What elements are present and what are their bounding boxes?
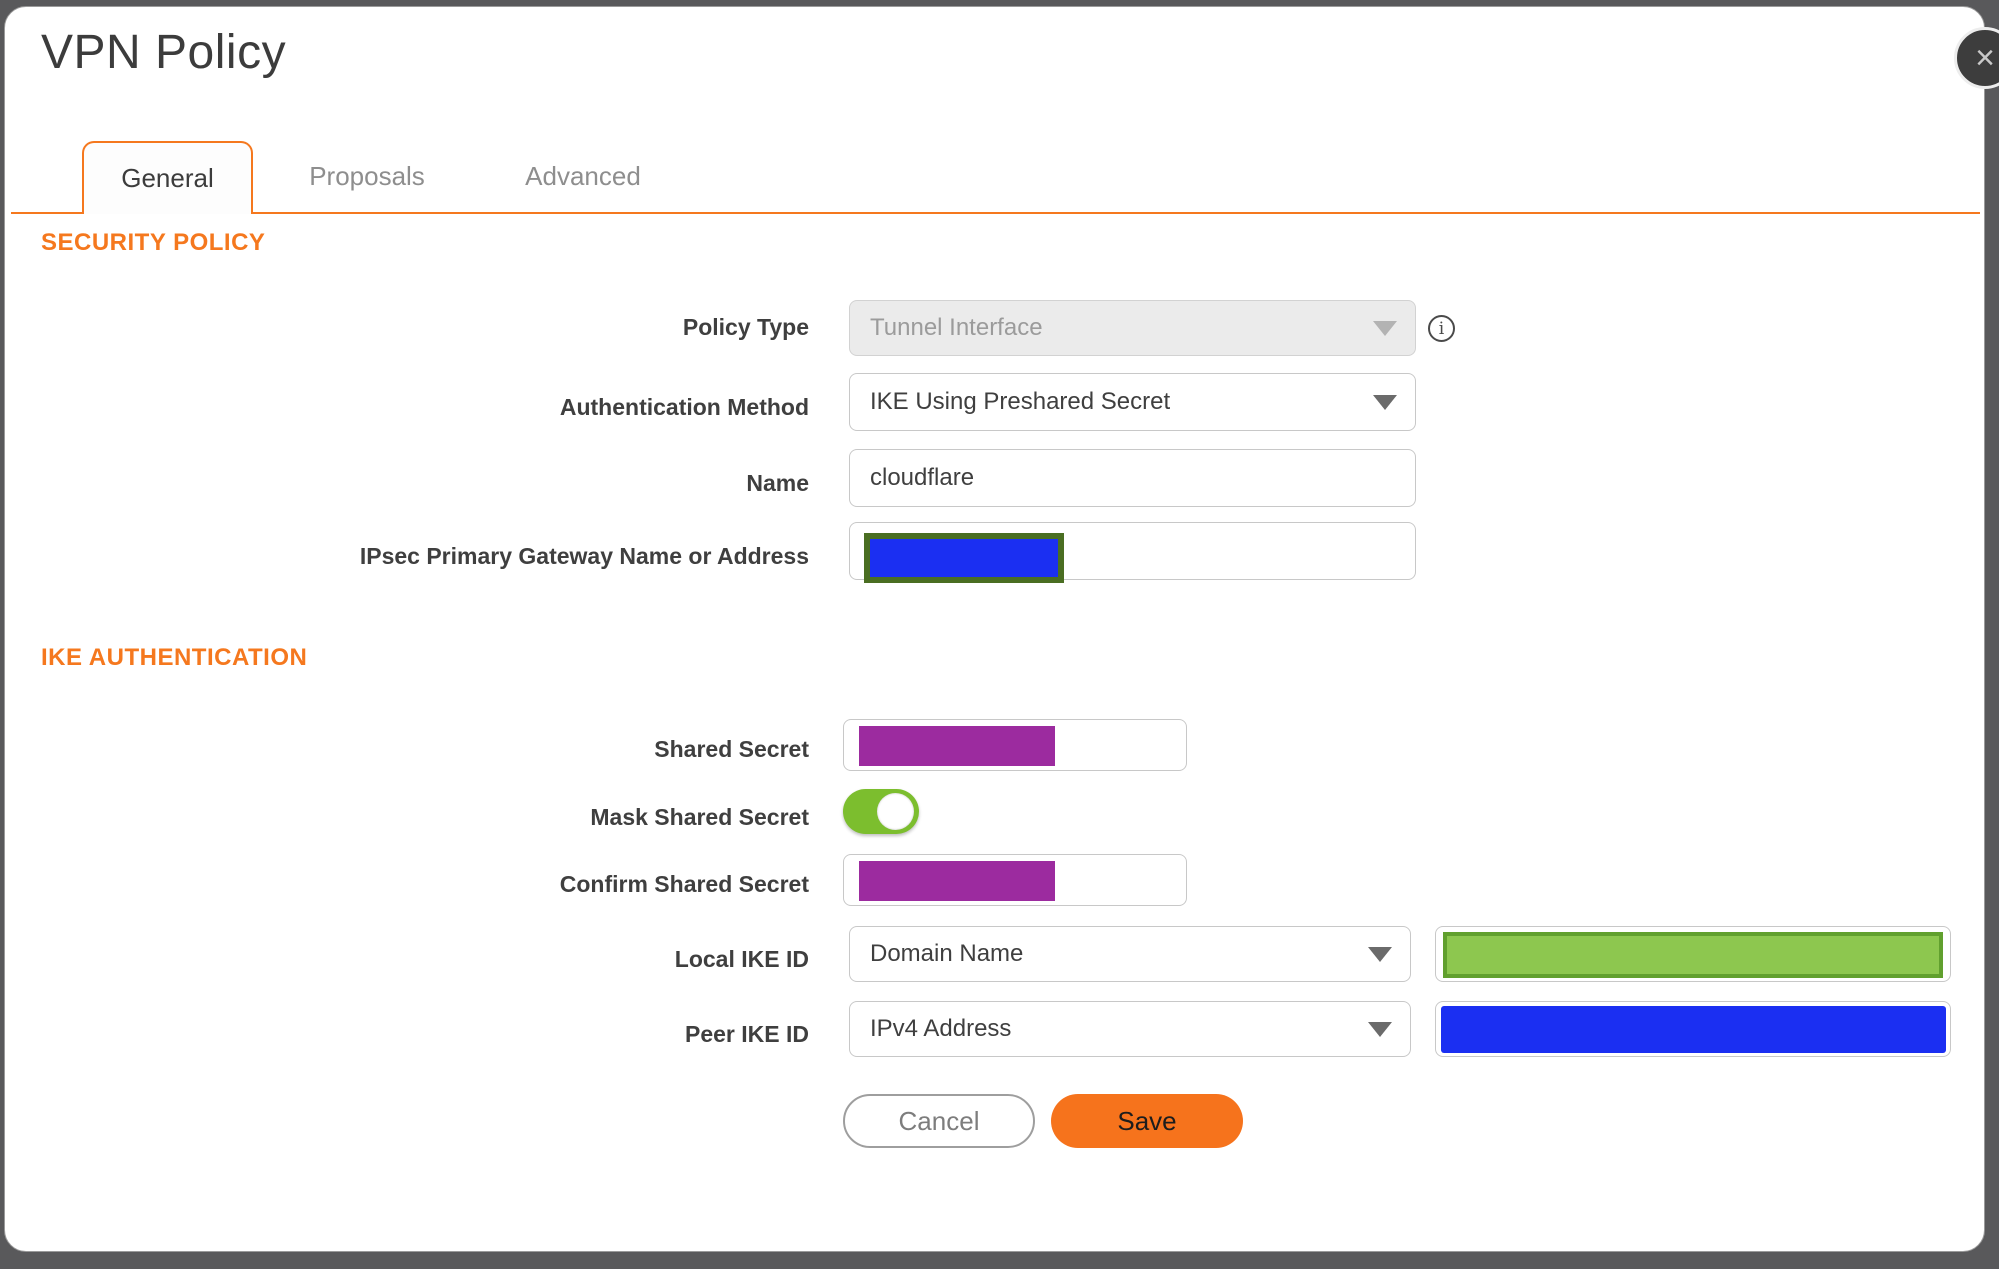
toggle-knob	[877, 793, 914, 830]
confirm-shared-secret-input[interactable]	[843, 854, 1187, 906]
peer-ike-id-label: Peer IKE ID	[685, 1021, 809, 1047]
cancel-button[interactable]: Cancel	[843, 1094, 1035, 1148]
local-ike-id-value: Domain Name	[870, 940, 1024, 967]
mask-shared-secret-label: Mask Shared Secret	[590, 804, 809, 830]
local-ike-id-redaction	[1443, 932, 1943, 978]
tab-proposals[interactable]: Proposals	[267, 141, 467, 212]
peer-ike-id-select[interactable]: IPv4 Address	[849, 1001, 1411, 1057]
tab-general-label: General	[121, 163, 214, 193]
shared-secret-label: Shared Secret	[654, 736, 809, 762]
peer-ike-id-redaction	[1441, 1006, 1946, 1053]
shared-secret-redaction	[859, 726, 1055, 766]
confirm-shared-secret-label: Confirm Shared Secret	[559, 871, 809, 897]
policy-type-label: Policy Type	[682, 314, 809, 340]
page-title: VPN Policy	[41, 26, 287, 79]
auth-method-value: IKE Using Preshared Secret	[870, 388, 1171, 415]
auth-method-select[interactable]: IKE Using Preshared Secret	[849, 373, 1416, 431]
auth-method-label: Authentication Method	[559, 394, 809, 420]
gateway-label: IPsec Primary Gateway Name or Address	[359, 543, 809, 569]
mask-shared-secret-toggle[interactable]	[843, 789, 919, 834]
confirm-shared-secret-redaction	[859, 861, 1055, 901]
chevron-down-icon	[1368, 1022, 1392, 1037]
shared-secret-input[interactable]	[843, 719, 1187, 771]
name-input[interactable]: cloudflare	[849, 449, 1416, 507]
gateway-redaction	[864, 533, 1064, 583]
tab-proposals-label: Proposals	[309, 161, 425, 191]
section-heading-security-policy: SECURITY POLICY	[41, 229, 266, 256]
save-button-label: Save	[1117, 1105, 1177, 1136]
peer-ike-id-value: IPv4 Address	[870, 1015, 1012, 1042]
name-value: cloudflare	[870, 464, 975, 491]
section-heading-ike-authentication: IKE AUTHENTICATION	[41, 644, 308, 671]
tab-underline	[11, 212, 1980, 214]
chevron-down-icon	[1373, 321, 1397, 336]
info-icon[interactable]: i	[1428, 315, 1455, 342]
vpn-policy-dialog: VPN Policy General Proposals Advanced SE…	[4, 6, 1985, 1252]
peer-ike-id-value-input[interactable]	[1435, 1001, 1951, 1057]
policy-type-value: Tunnel Interface	[870, 314, 1043, 341]
local-ike-id-label: Local IKE ID	[674, 946, 809, 972]
chevron-down-icon	[1373, 395, 1397, 410]
cancel-button-label: Cancel	[898, 1105, 980, 1136]
local-ike-id-select[interactable]: Domain Name	[849, 926, 1411, 982]
save-button[interactable]: Save	[1051, 1094, 1243, 1148]
local-ike-id-value-input[interactable]	[1435, 926, 1951, 982]
tab-advanced[interactable]: Advanced	[483, 141, 683, 212]
name-label: Name	[746, 470, 809, 496]
policy-type-select: Tunnel Interface	[849, 300, 1416, 356]
chevron-down-icon	[1368, 947, 1392, 962]
gateway-input[interactable]	[849, 522, 1416, 583]
tab-advanced-label: Advanced	[525, 161, 641, 191]
tab-general[interactable]: General	[82, 141, 253, 214]
